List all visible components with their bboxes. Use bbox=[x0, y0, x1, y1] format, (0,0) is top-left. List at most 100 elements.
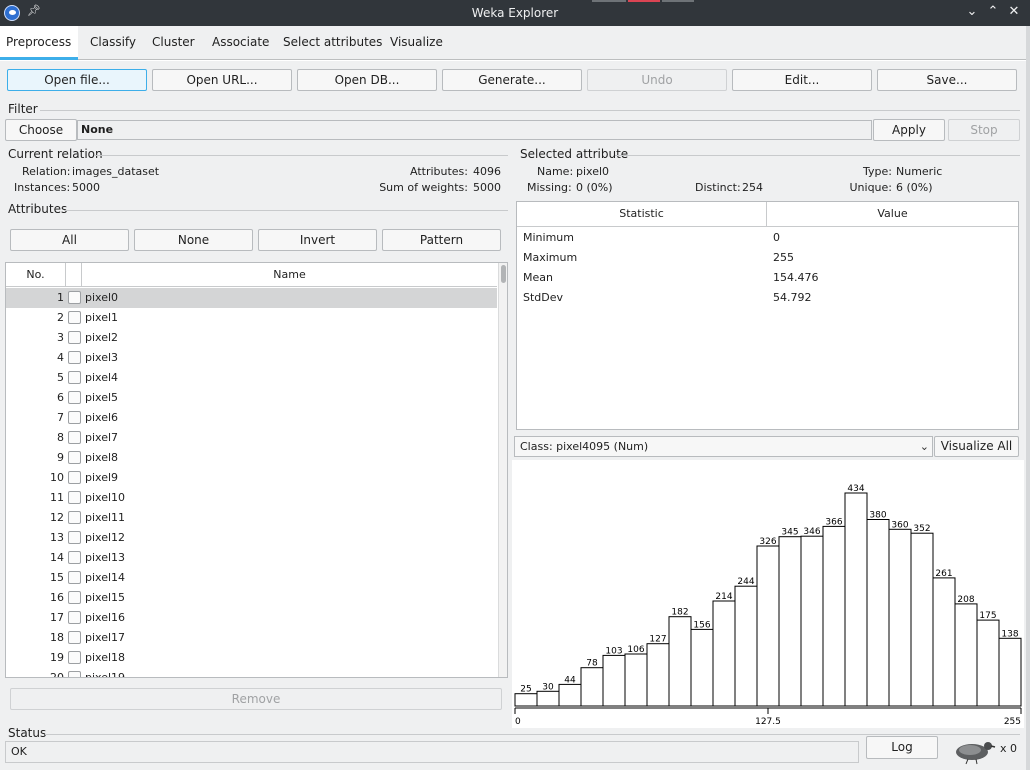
attribute-row[interactable]: 19 pixel18 bbox=[6, 648, 497, 668]
missing-value: 0 (0%) bbox=[576, 181, 613, 194]
attribute-row[interactable]: 17 pixel16 bbox=[6, 608, 497, 628]
close-icon[interactable]: ✕ bbox=[1006, 4, 1022, 20]
attribute-row[interactable]: 8 pixel7 bbox=[6, 428, 497, 448]
histogram-bar-label: 30 bbox=[542, 682, 554, 692]
tab-classify[interactable]: Classify bbox=[84, 26, 142, 60]
attribute-checkbox[interactable] bbox=[68, 331, 81, 344]
attribute-row[interactable]: 14 pixel13 bbox=[6, 548, 497, 568]
attribute-checkbox[interactable] bbox=[68, 391, 81, 404]
attribute-row[interactable]: 3 pixel2 bbox=[6, 328, 497, 348]
column-no[interactable]: No. bbox=[6, 263, 66, 287]
histogram-bar bbox=[932, 577, 956, 707]
attributes-scrollbar[interactable] bbox=[498, 263, 507, 677]
column-name[interactable]: Name bbox=[82, 263, 497, 287]
undo-button[interactable]: Undo bbox=[587, 69, 727, 91]
attribute-checkbox[interactable] bbox=[68, 611, 81, 624]
attribute-name: pixel6 bbox=[85, 411, 119, 424]
choose-filter-button[interactable]: Choose bbox=[5, 119, 77, 141]
attribute-checkbox[interactable] bbox=[68, 591, 81, 604]
attribute-checkbox[interactable] bbox=[68, 311, 81, 324]
attribute-checkbox[interactable] bbox=[68, 431, 81, 444]
attribute-row[interactable]: 1 pixel0 bbox=[6, 288, 497, 308]
open-file-button[interactable]: Open file... bbox=[7, 69, 147, 91]
tab-select-attributes[interactable]: Select attributes bbox=[277, 26, 388, 60]
attribute-checkbox[interactable] bbox=[68, 371, 81, 384]
attribute-checkbox[interactable] bbox=[68, 411, 81, 424]
attribute-checkbox[interactable] bbox=[68, 551, 81, 564]
type-value: Numeric bbox=[896, 165, 943, 178]
statistic-name: Minimum bbox=[523, 231, 574, 244]
attribute-name: pixel17 bbox=[85, 631, 126, 644]
attribute-row[interactable]: 13 pixel12 bbox=[6, 528, 497, 548]
attribute-checkbox[interactable] bbox=[68, 531, 81, 544]
save-button[interactable]: Save... bbox=[877, 69, 1017, 91]
attribute-row[interactable]: 18 pixel17 bbox=[6, 628, 497, 648]
tab-visualize[interactable]: Visualize bbox=[384, 26, 449, 60]
attribute-row[interactable]: 15 pixel14 bbox=[6, 568, 497, 588]
attribute-checkbox[interactable] bbox=[68, 291, 81, 304]
histogram-bar bbox=[822, 525, 846, 707]
invert-selection-button[interactable]: Invert bbox=[258, 229, 377, 251]
column-statistic[interactable]: Statistic bbox=[517, 202, 767, 226]
visualize-all-button[interactable]: Visualize All bbox=[934, 436, 1019, 457]
tab-associate[interactable]: Associate bbox=[206, 26, 275, 60]
filter-field[interactable]: None bbox=[77, 120, 872, 140]
log-button[interactable]: Log bbox=[866, 736, 938, 759]
statistic-row[interactable]: Maximum 255 bbox=[517, 248, 1018, 268]
open-url-button[interactable]: Open URL... bbox=[152, 69, 292, 91]
weka-bird-icon[interactable] bbox=[948, 737, 996, 765]
attribute-row[interactable]: 9 pixel8 bbox=[6, 448, 497, 468]
statistic-row[interactable]: Minimum 0 bbox=[517, 228, 1018, 248]
attribute-row[interactable]: 20 pixel19 bbox=[6, 668, 497, 677]
histogram-bar-label: 261 bbox=[935, 569, 952, 579]
remove-button[interactable]: Remove bbox=[10, 688, 502, 710]
histogram-bar-label: 106 bbox=[627, 645, 644, 655]
attribute-row[interactable]: 4 pixel3 bbox=[6, 348, 497, 368]
attribute-checkbox[interactable] bbox=[68, 451, 81, 464]
pattern-button[interactable]: Pattern bbox=[382, 229, 501, 251]
attribute-checkbox[interactable] bbox=[68, 351, 81, 364]
attributes-table[interactable]: No. Name 1 pixel0 2 pixel1 3 pixel2 4 pixel3 5 pi… bbox=[5, 262, 508, 678]
attribute-checkbox[interactable] bbox=[68, 571, 81, 584]
histogram-chart[interactable]: 25 30 44 78 103 106 127 182 156 214 244 326 345 346 36… bbox=[512, 460, 1024, 728]
attribute-checkbox[interactable] bbox=[68, 631, 81, 644]
select-all-button[interactable]: All bbox=[10, 229, 129, 251]
attribute-name: pixel15 bbox=[85, 591, 126, 604]
histogram-bar-label: 360 bbox=[891, 520, 908, 530]
column-checkbox[interactable] bbox=[66, 263, 82, 287]
attribute-number: 11 bbox=[50, 491, 64, 504]
attribute-name: pixel18 bbox=[85, 651, 126, 664]
statistics-table[interactable]: Statistic Value Minimum 0 Maximum 255 Mean 15… bbox=[516, 201, 1019, 430]
open-db-button[interactable]: Open DB... bbox=[297, 69, 437, 91]
statistic-row[interactable]: Mean 154.476 bbox=[517, 268, 1018, 288]
attribute-row[interactable]: 6 pixel5 bbox=[6, 388, 497, 408]
stop-button[interactable]: Stop bbox=[948, 119, 1020, 141]
select-none-button[interactable]: None bbox=[134, 229, 253, 251]
statistic-row[interactable]: StdDev 54.792 bbox=[517, 288, 1018, 308]
attribute-row[interactable]: 2 pixel1 bbox=[6, 308, 497, 328]
attribute-row[interactable]: 7 pixel6 bbox=[6, 408, 497, 428]
attribute-checkbox[interactable] bbox=[68, 671, 81, 677]
attribute-row[interactable]: 12 pixel11 bbox=[6, 508, 497, 528]
tab-cluster[interactable]: Cluster bbox=[146, 26, 201, 60]
tab-preprocess[interactable]: Preprocess bbox=[0, 26, 78, 60]
scrollbar-thumb[interactable] bbox=[501, 265, 506, 283]
chevron-down-icon[interactable]: ⌄ bbox=[964, 4, 980, 20]
attribute-checkbox[interactable] bbox=[68, 651, 81, 664]
attribute-row[interactable]: 10 pixel9 bbox=[6, 468, 497, 488]
apply-button[interactable]: Apply bbox=[873, 119, 945, 141]
attribute-name: pixel12 bbox=[85, 531, 126, 544]
attribute-checkbox[interactable] bbox=[68, 491, 81, 504]
histogram-bar-label: 244 bbox=[737, 577, 754, 587]
attribute-checkbox[interactable] bbox=[68, 511, 81, 524]
column-value[interactable]: Value bbox=[767, 202, 1018, 226]
generate-button[interactable]: Generate... bbox=[442, 69, 582, 91]
attribute-row[interactable]: 11 pixel10 bbox=[6, 488, 497, 508]
title-bar: 📌︎ Weka Explorer ⌄ ⌃ ✕ bbox=[0, 0, 1030, 26]
attribute-row[interactable]: 16 pixel15 bbox=[6, 588, 497, 608]
attribute-checkbox[interactable] bbox=[68, 471, 81, 484]
chevron-up-icon[interactable]: ⌃ bbox=[985, 4, 1001, 20]
class-select[interactable]: Class: pixel4095 (Num) ⌄ bbox=[514, 436, 933, 457]
attribute-row[interactable]: 5 pixel4 bbox=[6, 368, 497, 388]
edit-button[interactable]: Edit... bbox=[732, 69, 872, 91]
